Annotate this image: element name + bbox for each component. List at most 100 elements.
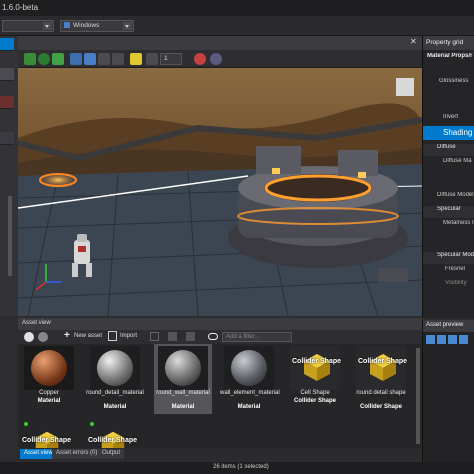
- asset-name: Cell Shape: [300, 390, 330, 396]
- property-grid-subtitle: Material Props/r: [427, 53, 473, 59]
- property-row-fresnel[interactable]: Fresnel: [423, 266, 474, 278]
- left-tab[interactable]: [0, 96, 14, 109]
- editor-window: 1.6.0-beta Windows ✕ 1 Property grid Mat…: [0, 0, 474, 474]
- asset-type: Material: [171, 404, 195, 410]
- copy-icon[interactable]: [150, 332, 159, 341]
- scene-render: [18, 68, 422, 316]
- title-bar: 1.6.0-beta: [0, 0, 474, 16]
- status-bar: 26 items (1 selected): [0, 462, 474, 474]
- preview-tool-icon[interactable]: [459, 335, 468, 344]
- asset-name: round_wall_material: [156, 390, 210, 396]
- collider-overlay: Collider Shape: [88, 437, 138, 444]
- collider-overlay: Collider Shape: [292, 358, 342, 365]
- edit-icon[interactable]: [186, 332, 195, 341]
- asset-type: Material: [103, 404, 127, 410]
- import-button[interactable]: Import: [120, 333, 137, 339]
- world-space-icon[interactable]: [84, 53, 96, 65]
- asset-name: Copper: [39, 390, 59, 396]
- view-cube-icon[interactable]: [396, 78, 414, 96]
- close-icon[interactable]: ✕: [410, 38, 418, 46]
- asset-name: wall_element_material: [220, 390, 280, 396]
- asset-preview-panel: Asset preview: [422, 320, 474, 462]
- lighting-icon[interactable]: [130, 53, 142, 65]
- left-scrollbar[interactable]: [8, 196, 12, 276]
- asset-tile[interactable]: Copper Material: [20, 346, 78, 406]
- preview-tool-icon[interactable]: [448, 335, 457, 344]
- camera-icon[interactable]: [98, 53, 110, 65]
- scene-toolbar: 1: [18, 50, 422, 68]
- asset-type: Material: [37, 398, 61, 404]
- asset-tile[interactable]: round_detail_material Material: [86, 346, 144, 410]
- forward-icon[interactable]: [38, 332, 48, 342]
- left-tab[interactable]: [0, 38, 14, 51]
- platform-dropdown[interactable]: Windows: [60, 20, 134, 32]
- asset-preview-title: Asset preview: [423, 320, 474, 332]
- status-text: 26 items (1 selected): [213, 464, 269, 470]
- property-section-diffuse[interactable]: Diffuse: [423, 144, 474, 156]
- property-section-specular-model[interactable]: Specular Mod: [423, 252, 474, 264]
- collider-overlay: Collider Shape: [358, 358, 408, 365]
- status-dot: [24, 422, 28, 426]
- asset-type: Collider Shape: [359, 404, 402, 410]
- record-icon[interactable]: [194, 53, 206, 65]
- asset-tile[interactable]: Collider Shape: [20, 420, 78, 448]
- new-asset-button[interactable]: New asset: [74, 333, 102, 339]
- property-row-glossiness[interactable]: Glossiness: [423, 78, 474, 90]
- app-version: 1.6.0-beta: [2, 3, 39, 12]
- translate-gizmo-icon[interactable]: [24, 53, 36, 65]
- asset-tile-selected[interactable]: round_wall_material Material: [154, 344, 212, 414]
- scene-viewport[interactable]: [18, 68, 422, 316]
- property-row-metalness[interactable]: Metalness I: [423, 220, 474, 232]
- camera-speed-field[interactable]: 1: [160, 53, 182, 65]
- property-section-specular[interactable]: Specular: [423, 206, 474, 218]
- grid-icon[interactable]: [146, 53, 158, 65]
- scene-tab-header: ✕: [18, 36, 422, 50]
- left-panel: [0, 36, 18, 316]
- asset-grid: Copper Material round_detail_material Ma…: [18, 344, 422, 448]
- bottom-tab-bar: Asset view Asset errors (0) Output: [18, 448, 422, 460]
- camera-speed-value: 1: [164, 55, 168, 62]
- scale-gizmo-icon[interactable]: [52, 53, 64, 65]
- property-grid-panel: Property grid Material Props/r Glossines…: [422, 36, 474, 318]
- asset-tile[interactable]: Collider Shape Cell Shape Collider Shape: [286, 346, 344, 406]
- property-grid-title: Property grid: [423, 36, 474, 50]
- local-space-icon[interactable]: [70, 53, 82, 65]
- property-row-invert[interactable]: Invert: [423, 114, 474, 126]
- eye-icon[interactable]: [208, 333, 218, 340]
- add-icon: +: [64, 330, 70, 341]
- windows-icon: [64, 22, 70, 29]
- asset-tile[interactable]: Collider Shape: [86, 420, 144, 448]
- sphere-icon[interactable]: [210, 53, 222, 65]
- tab-output[interactable]: Output: [98, 449, 125, 459]
- asset-toolbar: + New asset Import Add a filter...: [18, 330, 422, 344]
- asset-view-title: Asset view: [22, 320, 51, 326]
- rotate-gizmo-icon[interactable]: [38, 53, 50, 65]
- import-icon: [108, 331, 117, 341]
- cube-icon: [304, 354, 330, 381]
- left-tab[interactable]: [0, 132, 14, 145]
- asset-tile[interactable]: wall_element_material Material: [220, 346, 280, 410]
- property-row-visibility[interactable]: Visibility: [423, 280, 474, 292]
- preview-tool-icon[interactable]: [426, 335, 435, 344]
- preview-tool-icon[interactable]: [437, 335, 446, 344]
- property-row-diffuse-map[interactable]: Diffuse Ma: [423, 158, 474, 170]
- cut-icon[interactable]: [168, 332, 177, 341]
- tab-asset-errors[interactable]: Asset errors (0): [52, 449, 102, 459]
- snap-icon[interactable]: [112, 53, 124, 65]
- asset-view-header: Asset view: [18, 318, 422, 330]
- left-tab[interactable]: [0, 68, 14, 81]
- asset-scrollbar[interactable]: [416, 348, 420, 444]
- asset-tile[interactable]: Collider Shape round detail shape Collid…: [352, 346, 410, 410]
- property-section-shading[interactable]: Shading: [423, 126, 474, 140]
- collider-overlay: Collider Shape: [22, 437, 72, 444]
- asset-type: Collider Shape: [293, 398, 336, 404]
- config-dropdown[interactable]: [2, 20, 54, 32]
- back-icon[interactable]: [24, 332, 34, 342]
- cube-icon: [370, 354, 396, 381]
- main-toolbar: Windows: [0, 16, 474, 36]
- status-dot: [90, 422, 94, 426]
- asset-filter-input[interactable]: Add a filter...: [222, 332, 292, 342]
- asset-type: Material: [237, 404, 261, 410]
- property-row-diffuse-model[interactable]: Diffuse Model: [423, 192, 474, 204]
- asset-name: round detail shape: [356, 390, 406, 396]
